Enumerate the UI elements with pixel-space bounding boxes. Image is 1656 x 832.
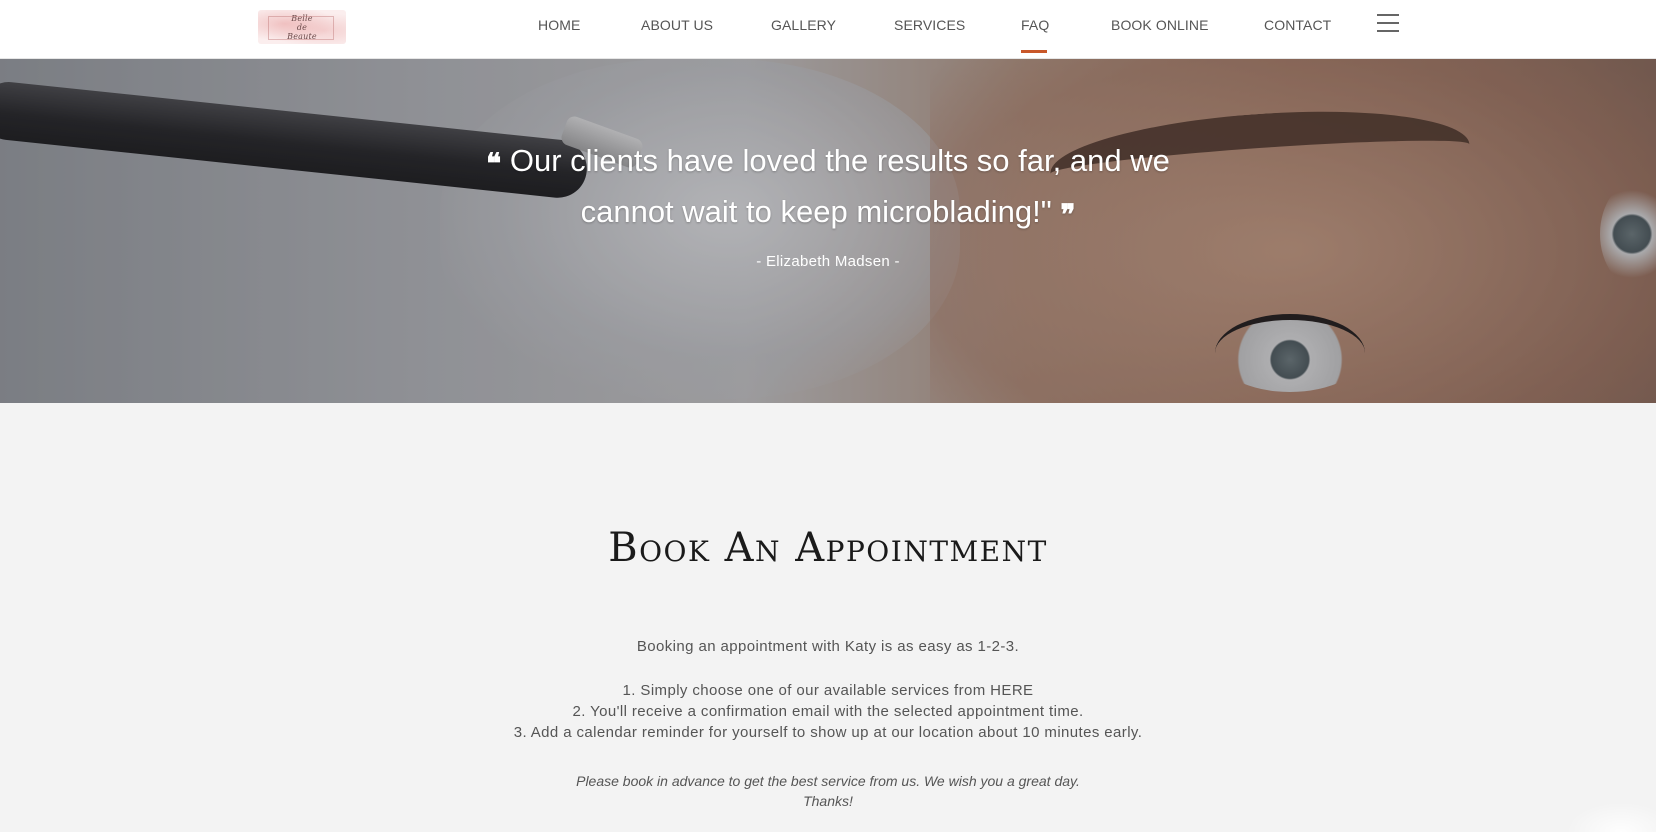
site-header: Belle de Beaute HOME ABOUT US GALLERY SE… [0,0,1656,59]
hamburger-icon[interactable] [1377,14,1399,34]
quote-open-icon: ❝ [486,147,502,180]
nav-contact[interactable]: CONTACT [1264,17,1331,33]
booking-note-line-2: Thanks! [803,793,853,809]
booking-step-3: 3. Add a calendar reminder for yourself … [513,724,1143,741]
nav-home[interactable]: HOME [538,17,580,33]
testimonial-quote: ❝ Our clients have loved the results so … [468,137,1188,239]
booking-section: Book An Appointment Booking an appointme… [0,403,1656,832]
testimonial-hero: ❝ Our clients have loved the results so … [0,59,1656,403]
corner-glow [1566,802,1656,832]
booking-note-line-1: Please book in advance to get the best s… [576,773,1080,789]
booking-step-1: 1. Simply choose one of our available se… [622,682,1034,699]
nav-gallery[interactable]: GALLERY [771,17,836,33]
quote-close-icon: ❞ [1060,198,1076,231]
logo-frame [268,16,334,40]
nav-services[interactable]: SERVICES [894,17,965,33]
nav-book-online[interactable]: BOOK ONLINE [1111,17,1209,33]
booking-steps: 1. Simply choose one of our available se… [0,680,1656,743]
testimonial-author: - Elizabeth Madsen - [756,253,900,270]
booking-intro: Booking an appointment with Katy is as e… [636,638,1020,655]
booking-note: Please book in advance to get the best s… [0,771,1656,811]
site-logo[interactable]: Belle de Beaute [258,10,346,44]
testimonial: ❝ Our clients have loved the results so … [0,137,1656,270]
nav-faq[interactable]: FAQ [1021,17,1049,33]
booking-step-2: 2. You'll receive a confirmation email w… [572,703,1084,720]
active-nav-indicator [1021,50,1047,53]
nav-about-us[interactable]: ABOUT US [641,17,713,33]
booking-title: Book An Appointment [608,525,1048,571]
